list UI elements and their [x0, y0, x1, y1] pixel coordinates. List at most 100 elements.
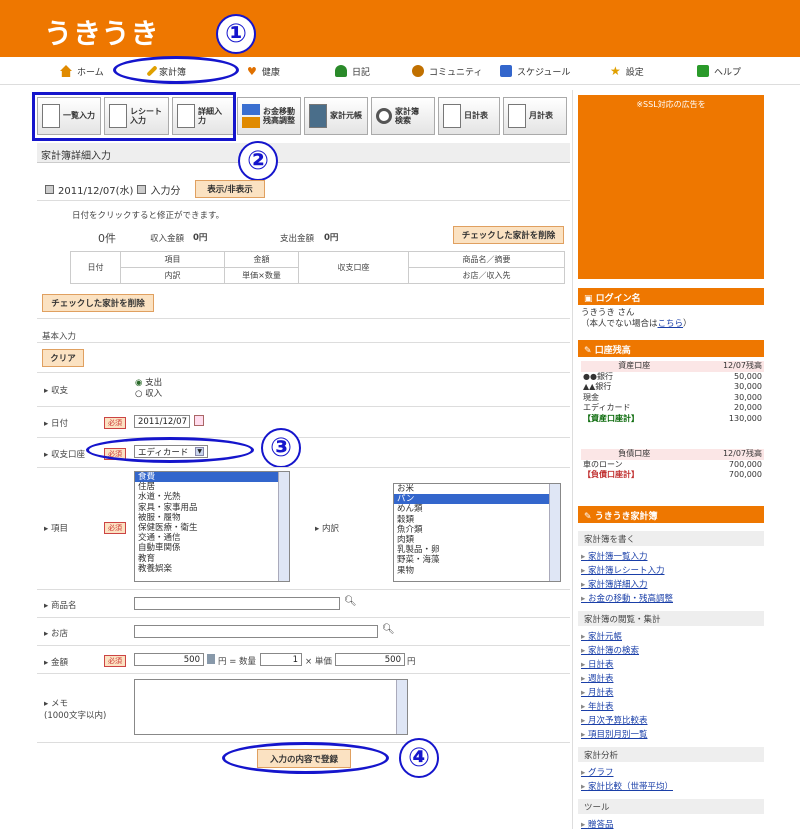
login-switch-link[interactable]: こちら — [658, 319, 684, 329]
expense-label: 支出金額 — [280, 234, 315, 244]
toolbar-search-button[interactable]: 家計簿 検索 — [371, 97, 435, 135]
memo-textarea[interactable] — [134, 679, 408, 735]
income-value: 0円 — [193, 233, 208, 243]
list-item[interactable]: 魚介類 — [394, 525, 560, 535]
annotation-ellipse-1 — [113, 56, 239, 84]
list-item[interactable]: お米 — [394, 484, 560, 494]
item-listbox[interactable]: 食費 住居 水道・光熱 家具・家事用品 被服・履物 保健医療・衛生 交通・通信 … — [134, 471, 290, 582]
link-yearly[interactable]: 年計表 — [581, 700, 614, 712]
list-item[interactable]: 野菜・海藻 — [394, 555, 560, 565]
date-input[interactable]: 2011/12/07 — [134, 415, 190, 428]
amount-input[interactable]: 500 — [134, 653, 204, 666]
list-item[interactable]: めん類 — [394, 504, 560, 514]
unit-price-input[interactable]: 500 — [335, 653, 405, 666]
date-label: ▸ 日付 — [44, 419, 68, 429]
annotation-number-1: ① — [216, 14, 256, 54]
quantity-input[interactable]: 1 — [260, 653, 302, 666]
link-budget[interactable]: 月次予算比較表 — [581, 714, 648, 726]
product-label: ▸ 商品名 — [44, 601, 77, 611]
link-graph[interactable]: グラフ — [581, 766, 614, 778]
toolbar-ledger-button[interactable]: 家計元帳 — [304, 97, 368, 135]
list-item[interactable]: 穀類 — [394, 515, 560, 525]
col-account: 収支口座 — [298, 251, 409, 284]
clear-button[interactable]: クリア — [42, 349, 84, 367]
nav-diary[interactable]: 日記 — [335, 57, 370, 85]
radio-expense[interactable]: ◉ 支出 — [135, 378, 162, 389]
radio-income[interactable]: ○ 収入 — [135, 389, 162, 400]
list-item[interactable]: 交通・通信 — [135, 533, 289, 543]
sub-tools: ツール — [578, 799, 764, 814]
list-item[interactable]: 乳製品・卵 — [394, 545, 560, 555]
list-item[interactable]: 食費 — [135, 472, 289, 483]
toggle-display-button[interactable]: 表示/非表示 — [195, 180, 265, 198]
annotation-ellipse-3 — [86, 437, 254, 463]
shop-label: ▸ お店 — [44, 629, 68, 639]
entry-count: 0件 — [98, 232, 116, 245]
nav-schedule[interactable]: スケジュール — [500, 57, 570, 85]
link-weekly[interactable]: 週計表 — [581, 672, 614, 684]
list-item[interactable]: 教育 — [135, 554, 289, 564]
link-search[interactable]: 家計簿の検索 — [581, 644, 639, 656]
toolbar-daily-button[interactable]: 日計表 — [438, 97, 500, 135]
divider — [37, 467, 570, 468]
list-item[interactable]: 被服・履物 — [135, 513, 289, 523]
col-product: 商品名／摘要 — [408, 251, 565, 268]
col-amount: 金額 — [224, 251, 299, 268]
breakdown-listbox[interactable]: お米 パン めん類 穀類 魚介類 肉類 乳製品・卵 野菜・海藻 果物 — [393, 483, 561, 582]
divider — [37, 200, 570, 201]
list-item[interactable]: 住居 — [135, 482, 289, 492]
site-logo[interactable]: うきうき — [44, 12, 159, 52]
textarea-scrollbar[interactable] — [396, 680, 407, 734]
prev-day-icon[interactable] — [45, 185, 54, 194]
help-icon — [697, 65, 709, 77]
list-item[interactable]: 肉類 — [394, 535, 560, 545]
calculator-icon[interactable] — [207, 654, 215, 664]
ad-banner[interactable]: ※SSL対応の広告を — [578, 95, 764, 279]
next-day-icon[interactable] — [137, 185, 147, 194]
delete-checked-button-bottom[interactable]: チェックした家計を削除 — [42, 294, 154, 312]
listbox-scrollbar[interactable] — [549, 484, 560, 581]
toolbar-monthly-button[interactable]: 月計表 — [503, 97, 567, 135]
toolbar-transfer-button[interactable]: お金移動 残高調整 — [237, 97, 301, 135]
search-icon[interactable]: 🔍︎ — [382, 624, 395, 635]
list-item[interactable]: 自動車関係 — [135, 543, 289, 553]
calendar-picker-icon[interactable] — [194, 415, 204, 426]
nav-help[interactable]: ヘルプ — [697, 57, 741, 85]
asset-table: 資産口座 12/07残高 ●●銀行 50,000 ▲▲銀行 30,000 現金 30,0… — [581, 361, 764, 423]
column-divider — [572, 90, 573, 829]
list-item[interactable]: 水道・光熱 — [135, 492, 289, 502]
list-item[interactable]: 果物 — [394, 566, 560, 576]
link-transfer[interactable]: お金の移動・残高調整 — [581, 592, 673, 604]
nav-settings[interactable]: ★ 設定 — [610, 57, 644, 85]
col-item: 項目 — [120, 251, 225, 268]
nav-community[interactable]: コミュニティ — [412, 57, 482, 85]
list-item[interactable]: 保健医療・衛生 — [135, 523, 289, 533]
link-detail-input[interactable]: 家計簿詳細入力 — [581, 578, 648, 590]
listbox-scrollbar[interactable] — [278, 472, 289, 581]
expense-value: 0円 — [324, 233, 339, 243]
people-icon — [412, 65, 424, 77]
link-gifts[interactable]: 贈答品 — [581, 818, 614, 830]
divider — [37, 372, 570, 373]
shop-input[interactable] — [134, 625, 378, 638]
product-input[interactable] — [134, 597, 340, 610]
search-icon[interactable]: 🔍︎ — [344, 596, 357, 607]
list-item[interactable]: パン — [394, 494, 560, 505]
link-list-input[interactable]: 家計簿一覧入力 — [581, 550, 648, 562]
link-ledger[interactable]: 家計元帳 — [581, 630, 622, 642]
list-item[interactable]: 家具・家事用品 — [135, 503, 289, 513]
nav-health[interactable]: ♥ 健康 — [247, 57, 280, 85]
link-receipt-input[interactable]: 家計簿レシート入力 — [581, 564, 665, 576]
nav-home[interactable]: ホーム — [60, 57, 104, 85]
delete-checked-button-top[interactable]: チェックした家計を削除 — [453, 226, 564, 244]
sub-write: 家計簿を書く — [578, 531, 764, 546]
type-label: ▸ 収支 — [44, 386, 68, 396]
item-label: ▸ 項目 — [44, 524, 68, 534]
link-item-monthly[interactable]: 項目別月別一覧 — [581, 728, 648, 740]
link-monthly[interactable]: 月計表 — [581, 686, 614, 698]
list-item[interactable]: 教養娯楽 — [135, 564, 289, 574]
link-compare[interactable]: 家計比較（世帯平均） — [581, 780, 673, 792]
link-daily[interactable]: 日計表 — [581, 658, 614, 670]
person-icon — [335, 65, 347, 77]
yen-text: 円 — [407, 657, 416, 667]
